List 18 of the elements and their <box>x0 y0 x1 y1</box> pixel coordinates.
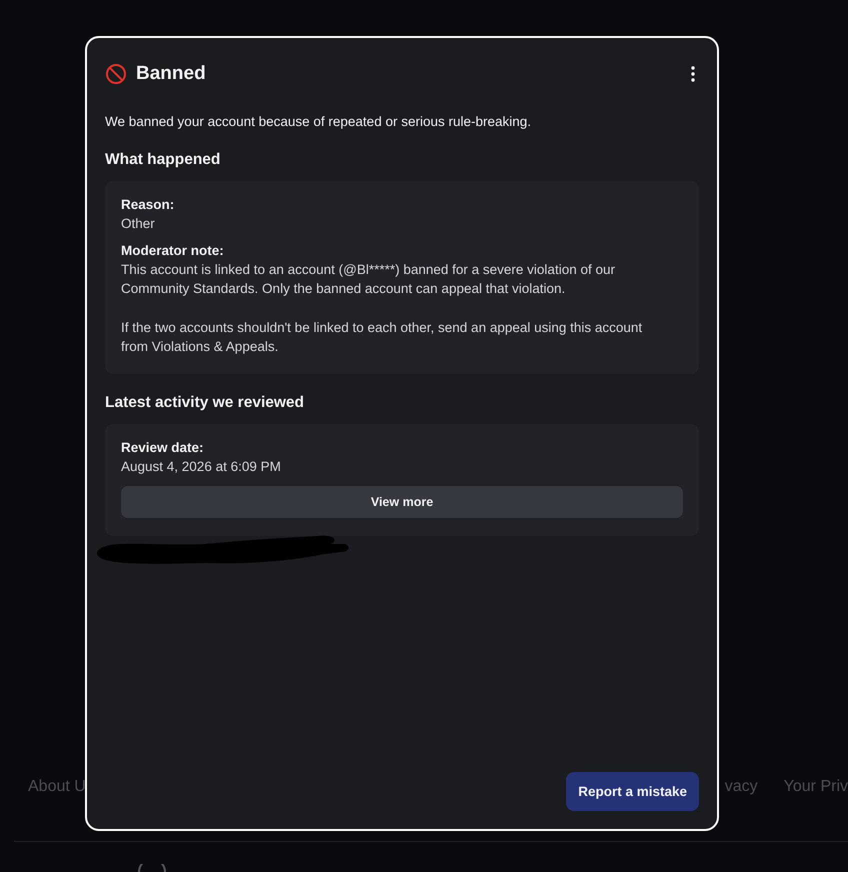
prohibited-icon <box>105 63 127 85</box>
field-label: Reason: <box>121 197 176 212</box>
footer-link[interactable]: Your Priv <box>784 778 848 796</box>
field-value: Other <box>121 215 156 233</box>
report-mistake-button[interactable]: Report a mistake <box>566 772 699 811</box>
footer-link[interactable]: About U <box>28 778 86 796</box>
dialog-title: Banned <box>136 63 207 85</box>
view-more-button[interactable]: View more <box>121 486 683 518</box>
field-value: If the two accounts shouldn't be linked to each other, send an appeal using this account from Violations & Appeals. <box>121 319 644 356</box>
footer-link[interactable]: vacy <box>724 778 758 796</box>
section-heading: Latest activity we reviewed <box>105 394 306 412</box>
intro-text: We banned your account because of repeated or serious rule-breaking. <box>105 114 532 129</box>
more-options-icon <box>691 66 695 82</box>
field-value: This account is linked to an account (@Bl*****) banned for a severe violation of our Community Standards. Only the banned account can appeal that violation. <box>121 261 616 298</box>
field-label: Moderator note: <box>121 243 225 258</box>
field-label: Review date: <box>121 440 205 455</box>
section-heading: What happened <box>105 151 222 169</box>
field-value: August 4, 2026 at 6:09 PM <box>121 458 282 476</box>
